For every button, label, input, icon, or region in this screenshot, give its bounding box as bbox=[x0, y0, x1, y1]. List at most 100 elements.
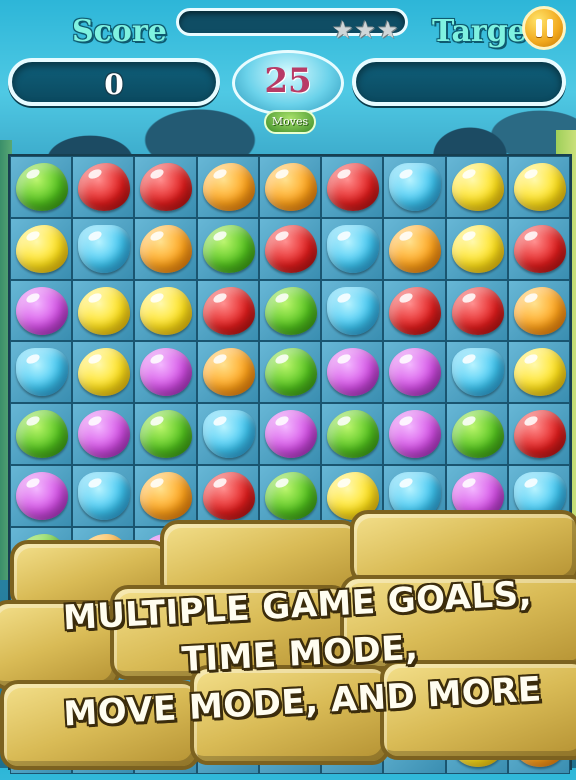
board-cell[interactable] bbox=[196, 341, 259, 404]
blue-candy-icon[interactable] bbox=[389, 163, 442, 211]
orange-candy-icon[interactable] bbox=[140, 224, 193, 273]
board-cell[interactable] bbox=[10, 403, 73, 465]
green-candy-icon[interactable] bbox=[202, 224, 255, 273]
green-candy-icon[interactable] bbox=[16, 410, 68, 459]
yellow-candy-icon[interactable] bbox=[513, 163, 566, 211]
board-cell[interactable] bbox=[383, 217, 446, 280]
star-icon: ★ bbox=[332, 16, 354, 44]
board-cell[interactable] bbox=[383, 156, 446, 218]
orange-candy-icon[interactable] bbox=[202, 163, 255, 211]
green-candy-icon[interactable] bbox=[327, 410, 380, 459]
orange-candy-icon[interactable] bbox=[513, 286, 566, 335]
board-cell[interactable] bbox=[445, 341, 508, 404]
green-candy-icon[interactable] bbox=[264, 286, 317, 335]
board-cell[interactable] bbox=[196, 279, 259, 342]
board-cell[interactable] bbox=[507, 156, 570, 218]
blue-candy-icon[interactable] bbox=[451, 348, 504, 397]
blue-candy-icon[interactable] bbox=[202, 410, 255, 459]
board-cell[interactable] bbox=[72, 156, 135, 218]
green-candy-icon[interactable] bbox=[451, 410, 504, 459]
yellow-candy-icon[interactable] bbox=[451, 224, 504, 273]
board-cell[interactable] bbox=[321, 279, 384, 342]
board-cell[interactable] bbox=[10, 341, 73, 404]
board-cell[interactable] bbox=[507, 403, 570, 465]
yellow-candy-icon[interactable] bbox=[16, 224, 68, 273]
board-cell[interactable] bbox=[134, 217, 197, 280]
board-cell[interactable] bbox=[72, 217, 135, 280]
yellow-candy-icon[interactable] bbox=[78, 348, 131, 397]
purple-candy-icon[interactable] bbox=[16, 286, 68, 335]
board-cell[interactable] bbox=[383, 403, 446, 465]
board-cell[interactable] bbox=[258, 156, 322, 218]
red-candy-icon[interactable] bbox=[513, 224, 566, 273]
orange-candy-icon[interactable] bbox=[202, 348, 255, 397]
red-candy-icon[interactable] bbox=[513, 410, 566, 459]
green-candy-icon[interactable] bbox=[16, 163, 68, 211]
purple-candy-icon[interactable] bbox=[264, 410, 317, 459]
board-cell[interactable] bbox=[72, 341, 135, 404]
board-cell[interactable] bbox=[72, 403, 135, 465]
score-label: Score bbox=[72, 14, 167, 49]
board-cell[interactable] bbox=[134, 279, 197, 342]
board-cell[interactable] bbox=[258, 341, 322, 404]
board-cell[interactable] bbox=[507, 217, 570, 280]
board-cell[interactable] bbox=[258, 403, 322, 465]
board-cell[interactable] bbox=[196, 403, 259, 465]
red-candy-icon[interactable] bbox=[327, 163, 380, 211]
blue-candy-icon[interactable] bbox=[16, 348, 68, 397]
score-value: 0 bbox=[104, 68, 124, 101]
board-cell[interactable] bbox=[134, 156, 197, 218]
board-cell[interactable] bbox=[321, 341, 384, 404]
star-rating: ★ ★ ★ bbox=[332, 18, 399, 44]
orange-candy-icon[interactable] bbox=[264, 163, 317, 211]
red-candy-icon[interactable] bbox=[389, 286, 442, 335]
board-cell[interactable] bbox=[507, 279, 570, 342]
board-cell[interactable] bbox=[445, 403, 508, 465]
board-cell[interactable] bbox=[134, 341, 197, 404]
board-cell[interactable] bbox=[321, 217, 384, 280]
green-candy-icon[interactable] bbox=[264, 348, 317, 397]
purple-candy-icon[interactable] bbox=[78, 410, 131, 459]
board-cell[interactable] bbox=[321, 403, 384, 465]
red-candy-icon[interactable] bbox=[264, 224, 317, 273]
yellow-candy-icon[interactable] bbox=[78, 286, 131, 335]
orange-candy-icon[interactable] bbox=[389, 224, 442, 273]
green-candy-icon[interactable] bbox=[140, 410, 193, 459]
yellow-candy-icon[interactable] bbox=[140, 286, 193, 335]
blue-candy-icon[interactable] bbox=[78, 224, 131, 273]
board-cell[interactable] bbox=[383, 279, 446, 342]
board-cell[interactable] bbox=[134, 403, 197, 465]
board-cell[interactable] bbox=[383, 341, 446, 404]
board-cell[interactable] bbox=[196, 217, 259, 280]
red-candy-icon[interactable] bbox=[140, 163, 193, 211]
board-cell[interactable] bbox=[72, 279, 135, 342]
purple-candy-icon[interactable] bbox=[389, 410, 442, 459]
red-candy-icon[interactable] bbox=[78, 163, 131, 211]
star-icon: ★ bbox=[354, 16, 377, 44]
board-cell[interactable] bbox=[258, 217, 322, 280]
red-candy-icon[interactable] bbox=[202, 286, 255, 335]
board-cell[interactable] bbox=[507, 341, 570, 404]
board-cell[interactable] bbox=[10, 279, 73, 342]
yellow-candy-icon[interactable] bbox=[451, 163, 504, 211]
blue-candy-icon[interactable] bbox=[327, 286, 380, 335]
board-cell[interactable] bbox=[10, 217, 73, 280]
pause-icon-bar-right bbox=[546, 19, 553, 37]
red-candy-icon[interactable] bbox=[451, 286, 504, 335]
yellow-candy-icon[interactable] bbox=[513, 348, 566, 397]
purple-candy-icon[interactable] bbox=[140, 348, 193, 397]
board-cell[interactable] bbox=[196, 156, 259, 218]
board-cell[interactable] bbox=[258, 279, 322, 342]
pause-button[interactable] bbox=[522, 6, 566, 50]
board-cell[interactable] bbox=[445, 217, 508, 280]
blue-candy-icon[interactable] bbox=[327, 224, 380, 273]
board-cell[interactable] bbox=[321, 156, 384, 218]
star-icon: ★ bbox=[377, 16, 399, 44]
pause-icon-bar-left bbox=[535, 19, 542, 37]
target-display bbox=[352, 58, 566, 106]
board-cell[interactable] bbox=[445, 279, 508, 342]
board-cell[interactable] bbox=[445, 156, 508, 218]
purple-candy-icon[interactable] bbox=[327, 348, 380, 397]
board-cell[interactable] bbox=[10, 156, 73, 218]
purple-candy-icon[interactable] bbox=[389, 348, 442, 397]
